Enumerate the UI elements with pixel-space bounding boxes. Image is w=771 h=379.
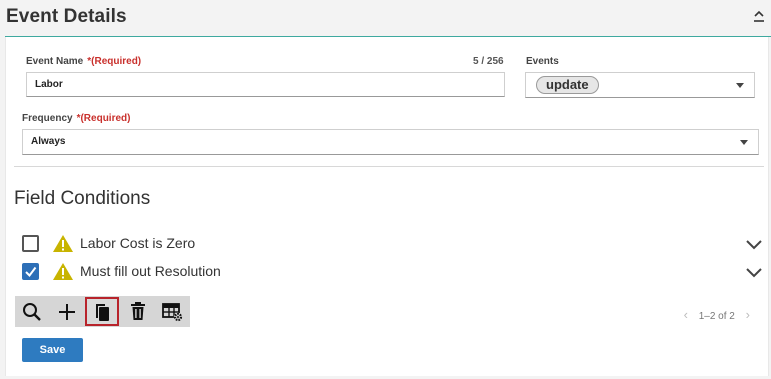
delete-button[interactable] [121, 297, 155, 326]
search-button[interactable] [15, 297, 49, 326]
collapse-icon[interactable] [753, 10, 765, 24]
warning-icon [52, 234, 74, 253]
event-details-card: Event Details Event Name *(Required) 5 / … [0, 0, 771, 379]
section-divider [14, 166, 764, 167]
condition-label: Labor Cost is Zero [80, 235, 196, 251]
event-chip[interactable]: update [536, 76, 599, 94]
chevron-down-icon[interactable] [746, 265, 762, 278]
pagination: ‹ 1–2 of 2 › [684, 307, 750, 322]
add-icon [59, 303, 75, 320]
copy-icon [96, 303, 109, 321]
prev-page-icon[interactable]: ‹ [684, 307, 688, 322]
frequency-select[interactable]: Always [22, 129, 759, 155]
table-settings-icon [162, 302, 183, 321]
section-header: Event Details [0, 0, 771, 36]
search-icon [23, 302, 41, 321]
frequency-value: Always [31, 136, 66, 147]
events-select[interactable]: update [525, 72, 755, 98]
trash-icon [131, 302, 145, 320]
required-marker: *(Required) [76, 113, 131, 124]
section-title: Event Details [6, 6, 127, 27]
required-marker: *(Required) [87, 56, 142, 67]
frequency-label: Frequency *(Required) [22, 113, 131, 124]
condition-checkbox[interactable] [22, 263, 39, 280]
condition-checkbox[interactable] [22, 235, 39, 252]
save-button[interactable]: Save [22, 338, 83, 362]
next-page-icon[interactable]: › [746, 307, 750, 322]
add-button[interactable] [50, 297, 84, 326]
event-name-field[interactable]: Labor [26, 72, 505, 97]
conditions-toolbar [15, 296, 190, 327]
chevron-down-icon[interactable] [746, 237, 762, 250]
events-label: Events [526, 56, 559, 67]
dropdown-caret-icon[interactable] [736, 83, 744, 88]
list-item[interactable]: Labor Cost is Zero [22, 233, 762, 255]
event-name-label: Event Name *(Required) [26, 56, 142, 67]
list-item[interactable]: Must fill out Resolution [22, 261, 762, 283]
warning-icon [52, 262, 74, 281]
copy-button[interactable] [85, 297, 119, 326]
dropdown-caret-icon[interactable] [740, 140, 748, 145]
condition-label: Must fill out Resolution [80, 263, 221, 279]
form-panel: Event Name *(Required) 5 / 256 Labor Even… [5, 37, 769, 376]
page-range: 1–2 of 2 [698, 311, 735, 322]
table-settings-button[interactable] [156, 297, 190, 326]
field-conditions-title: Field Conditions [14, 188, 151, 209]
event-name-counter: 5 / 256 [473, 56, 504, 67]
